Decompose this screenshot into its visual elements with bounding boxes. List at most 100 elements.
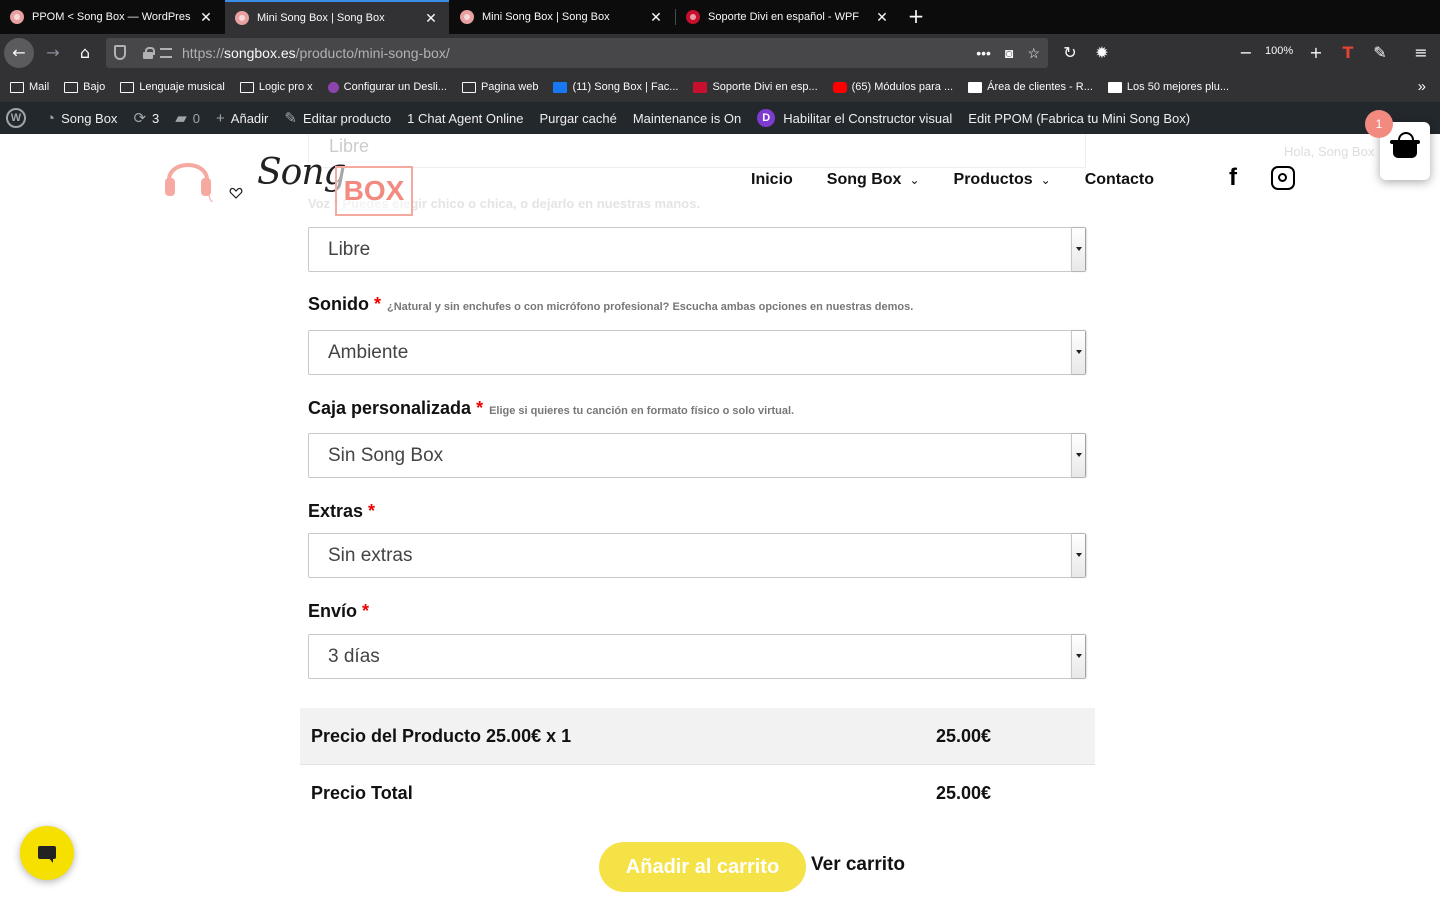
tab-title: PPOM < Song Box — WordPres (32, 11, 191, 23)
page-actions-icon[interactable]: ••• (976, 45, 991, 61)
admin-updates[interactable]: ⟳ 3 (133, 109, 159, 127)
total-price-row: Precio Total 25.00€ (300, 765, 1095, 822)
purple-app-icon (327, 81, 339, 93)
admin-maintenance[interactable]: Maintenance is On (633, 111, 741, 126)
chat-widget-button[interactable] (20, 826, 74, 880)
extras-select[interactable]: Sin extras (308, 533, 1086, 578)
select-arrow-icon (1071, 331, 1085, 374)
tab-close-icon[interactable]: ✕ (423, 10, 439, 27)
bookmark-item[interactable]: Los 50 mejores plu... (1107, 81, 1229, 93)
admin-chat-agent[interactable]: 1 Chat Agent Online (407, 111, 523, 126)
browser-tab[interactable]: Soporte Divi en español - WPF ✕ (676, 0, 900, 34)
new-tab-button[interactable]: + (905, 5, 927, 27)
site-icon (968, 81, 983, 93)
url-bar[interactable]: https://songbox.es/producto/mini-song-bo… (106, 38, 1048, 68)
bookmark-item[interactable]: Pagina web (461, 81, 538, 93)
bookmark-item[interactable]: Mail (10, 81, 49, 93)
bookmark-item[interactable]: Configurar un Desli... (327, 81, 447, 93)
bookmark-item[interactable]: Bajo (64, 81, 105, 93)
nav-item-contacto[interactable]: Contacto (1085, 171, 1154, 189)
tab-close-icon[interactable]: ✕ (874, 9, 890, 26)
admin-divi-builder[interactable]: D Habilitar el Constructor visual (757, 109, 952, 127)
bookmark-item[interactable]: (11) Song Box | Fac... (553, 81, 678, 93)
product-price-label: Precio del Producto 25.00€ x 1 (311, 726, 572, 746)
facebook-icon (553, 81, 568, 93)
reload-button[interactable]: ↻ (1055, 38, 1085, 68)
select-value: Sin extras (328, 545, 413, 566)
envio-select[interactable]: 3 días (308, 634, 1086, 679)
extension-t-icon[interactable]: T (1333, 38, 1363, 68)
zoom-in-button[interactable]: + (1301, 38, 1331, 68)
select-value: 3 días (328, 646, 380, 667)
admin-edit-ppom[interactable]: Edit PPOM (Fabrica tu Mini Song Box) (968, 111, 1190, 126)
browser-tab[interactable]: PPOM < Song Box — WordPres ✕ (0, 0, 224, 34)
admin-comments[interactable]: ▰ 0 (175, 109, 200, 127)
required-mark: * (362, 601, 370, 621)
url-host: songbox.es (224, 45, 296, 61)
bookmark-item[interactable]: Logic pro x (239, 81, 313, 93)
back-button[interactable]: ← (4, 38, 34, 68)
caja-label: Caja personalizada * Elige si quieres tu… (308, 398, 794, 419)
bookmark-label: (11) Song Box | Fac... (572, 81, 679, 93)
divi-builder-label: Habilitar el Constructor visual (783, 110, 953, 126)
admin-site-name[interactable]: ◔ Song Box (46, 110, 117, 127)
chat-agent-label: 1 Chat Agent Online (407, 110, 524, 126)
site-logo[interactable]: Song BOX (163, 148, 423, 216)
instagram-icon[interactable] (1271, 166, 1295, 190)
admin-purge-cache[interactable]: Purgar caché (539, 111, 616, 126)
zoom-level[interactable]: 100% (1265, 45, 1293, 57)
extension-gear-icon[interactable]: ✹ (1087, 38, 1117, 68)
view-cart-link[interactable]: Ver carrito (811, 854, 905, 876)
nav-item-song-box[interactable]: Song Box ⌄ (827, 171, 920, 189)
edit-ppom-label: Edit PPOM (Fabrica tu Mini Song Box) (968, 110, 1191, 126)
permissions-icon[interactable] (160, 48, 172, 58)
shield-icon[interactable] (114, 45, 126, 60)
nav-label: Inicio (751, 171, 793, 188)
zoom-out-button[interactable]: − (1231, 38, 1261, 68)
tab-title: Soporte Divi en español - WPF (708, 11, 860, 23)
admin-new-content[interactable]: + Añadir (216, 110, 268, 127)
chevron-down-icon: ⌄ (1040, 173, 1051, 187)
songbox-favicon-icon (460, 10, 474, 24)
browser-tab-active[interactable]: Mini Song Box | Song Box ✕ (225, 0, 449, 34)
field-hint: ¿Natural y sin enchufes o con micrófono … (387, 301, 914, 313)
nav-item-inicio[interactable]: Inicio (751, 171, 793, 189)
bookmark-item[interactable]: (65) Módulos para ... (832, 81, 953, 93)
extension-pen-icon[interactable]: ✎ (1365, 38, 1395, 68)
facebook-icon[interactable]: f (1221, 166, 1245, 190)
caja-select[interactable]: Sin Song Box (308, 433, 1086, 478)
folder-icon (10, 81, 24, 93)
tab-close-icon[interactable]: ✕ (198, 9, 214, 26)
logo-script-text: Song (257, 152, 347, 193)
nav-label: Productos (953, 171, 1033, 188)
forward-button[interactable]: → (38, 38, 68, 68)
bookmark-item[interactable]: Lenguaje musical (120, 81, 225, 93)
bookmark-item[interactable]: Soporte Divi en esp... (693, 81, 818, 93)
bookmark-label: Mail (29, 81, 50, 93)
admin-edit-product[interactable]: ✎ Editar producto (284, 109, 391, 127)
bookmark-star-icon[interactable]: ☆ (1027, 45, 1040, 62)
songbox-favicon-icon (10, 10, 24, 24)
browser-tab[interactable]: Mini Song Box | Song Box ✕ (450, 0, 674, 34)
more-bookmarks-icon[interactable]: » (1418, 78, 1426, 95)
voz-select[interactable]: Libre (308, 227, 1086, 272)
add-to-cart-button[interactable]: Añadir al carrito (599, 842, 806, 892)
greeting: Hola, Song Box (1284, 144, 1375, 159)
bookmark-item[interactable]: Área de clientes - R... (968, 81, 1093, 93)
wpf-icon (693, 81, 708, 93)
nav-item-productos[interactable]: Productos ⌄ (954, 171, 1051, 189)
wp-logo-menu[interactable]: W (6, 108, 30, 128)
url-path: /producto/mini-song-box/ (295, 45, 450, 61)
pocket-icon[interactable]: ◙ (1005, 45, 1013, 61)
cart-count-badge: 1 (1365, 110, 1393, 138)
scrolled-select-behind-header: Libre (308, 134, 1086, 168)
envio-label: Envío * (308, 601, 369, 622)
lock-icon[interactable] (142, 47, 155, 59)
menu-icon[interactable]: ≡ (1406, 38, 1436, 68)
home-button[interactable]: ⌂ (70, 38, 100, 68)
tab-close-icon[interactable]: ✕ (648, 9, 664, 26)
select-arrow-icon (1071, 228, 1085, 271)
bookmark-label: Soporte Divi en esp... (712, 81, 818, 93)
bookmark-label: Logic pro x (258, 81, 313, 93)
sonido-select[interactable]: Ambiente (308, 330, 1086, 375)
